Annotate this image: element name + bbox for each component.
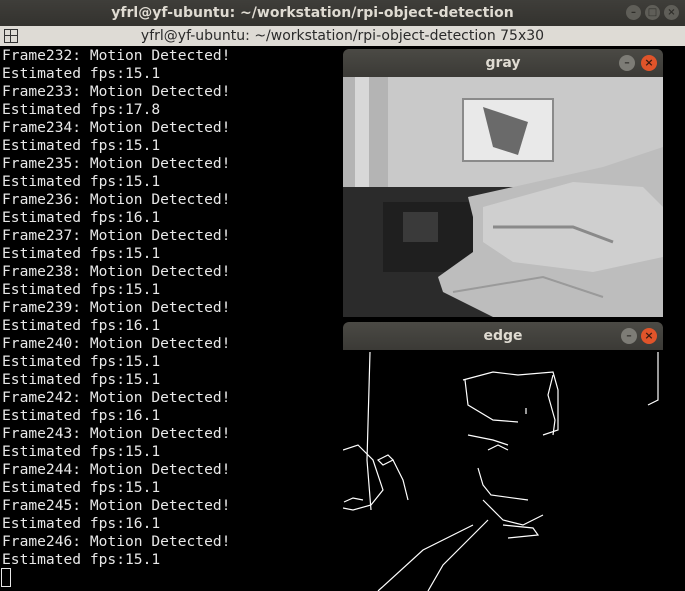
terminal-line: Estimated fps:15.1 <box>2 371 161 388</box>
terminal-cursor <box>1 568 11 587</box>
outer-titlebar: yfrl@yf-ubuntu: ~/workstation/rpi-object… <box>0 0 685 26</box>
terminal-line: Estimated fps:17.8 <box>2 101 161 118</box>
gray-window-titlebar[interactable]: gray – × <box>343 49 663 77</box>
terminal-line: Frame240: Motion Detected! <box>2 335 231 352</box>
terminal-line: Estimated fps:16.1 <box>2 515 161 532</box>
edge-window[interactable]: edge – × <box>343 322 663 591</box>
terminal-line: Frame243: Motion Detected! <box>2 425 231 442</box>
terminal-title: yfrl@yf-ubuntu: ~/workstation/rpi-object… <box>140 28 545 44</box>
terminal-line: Frame239: Motion Detected! <box>2 299 231 316</box>
gray-window-title: gray <box>485 55 521 71</box>
terminal-line: Frame235: Motion Detected! <box>2 155 231 172</box>
terminal-line: Frame232: Motion Detected! <box>2 47 231 64</box>
edge-window-title: edge <box>483 328 523 344</box>
terminal-output[interactable]: Frame232: Motion Detected! Estimated fps:… <box>2 47 230 569</box>
terminal-line: Frame238: Motion Detected! <box>2 263 231 280</box>
minimize-button[interactable]: – <box>626 5 641 20</box>
close-button[interactable]: × <box>641 55 657 71</box>
terminal-line: Estimated fps:15.1 <box>2 65 161 82</box>
terminal-line: Frame236: Motion Detected! <box>2 191 231 208</box>
terminal-line: Frame244: Motion Detected! <box>2 461 231 478</box>
close-button[interactable]: × <box>664 5 679 20</box>
terminal-line: Frame233: Motion Detected! <box>2 83 231 100</box>
terminal-line: Frame246: Motion Detected! <box>2 533 231 550</box>
maximize-button[interactable]: □ <box>645 5 660 20</box>
terminal-line: Estimated fps:15.1 <box>2 479 161 496</box>
minimize-button[interactable]: – <box>619 55 635 71</box>
terminal-line: Estimated fps:15.1 <box>2 245 161 262</box>
terminal-line: Estimated fps:16.1 <box>2 209 161 226</box>
terminal-line: Estimated fps:15.1 <box>2 173 161 190</box>
outer-window-controls: – □ × <box>626 5 679 20</box>
terminal-line: Frame245: Motion Detected! <box>2 497 231 514</box>
terminal-line: Frame234: Motion Detected! <box>2 119 231 136</box>
minimize-button[interactable]: – <box>621 328 637 344</box>
terminal-line: Estimated fps:15.1 <box>2 443 161 460</box>
terminal-line: Estimated fps:15.1 <box>2 281 161 298</box>
terminal-line: Estimated fps:15.1 <box>2 551 161 568</box>
gray-window[interactable]: gray – × <box>343 49 663 317</box>
close-button[interactable]: × <box>641 328 657 344</box>
edge-window-titlebar[interactable]: edge – × <box>343 322 663 350</box>
terminal-line: Estimated fps:16.1 <box>2 317 161 334</box>
terminal-line: Frame237: Motion Detected! <box>2 227 231 244</box>
terminal-titlebar: yfrl@yf-ubuntu: ~/workstation/rpi-object… <box>0 26 685 46</box>
outer-window-title: yfrl@yf-ubuntu: ~/workstation/rpi-object… <box>111 5 514 21</box>
gray-camera-image <box>343 77 663 317</box>
terminal-line: Estimated fps:15.1 <box>2 137 161 154</box>
terminal-line: Estimated fps:15.1 <box>2 353 161 370</box>
edge-detection-image <box>343 350 663 591</box>
terminal-line: Estimated fps:16.1 <box>2 407 161 424</box>
terminal-line: Frame242: Motion Detected! <box>2 389 231 406</box>
